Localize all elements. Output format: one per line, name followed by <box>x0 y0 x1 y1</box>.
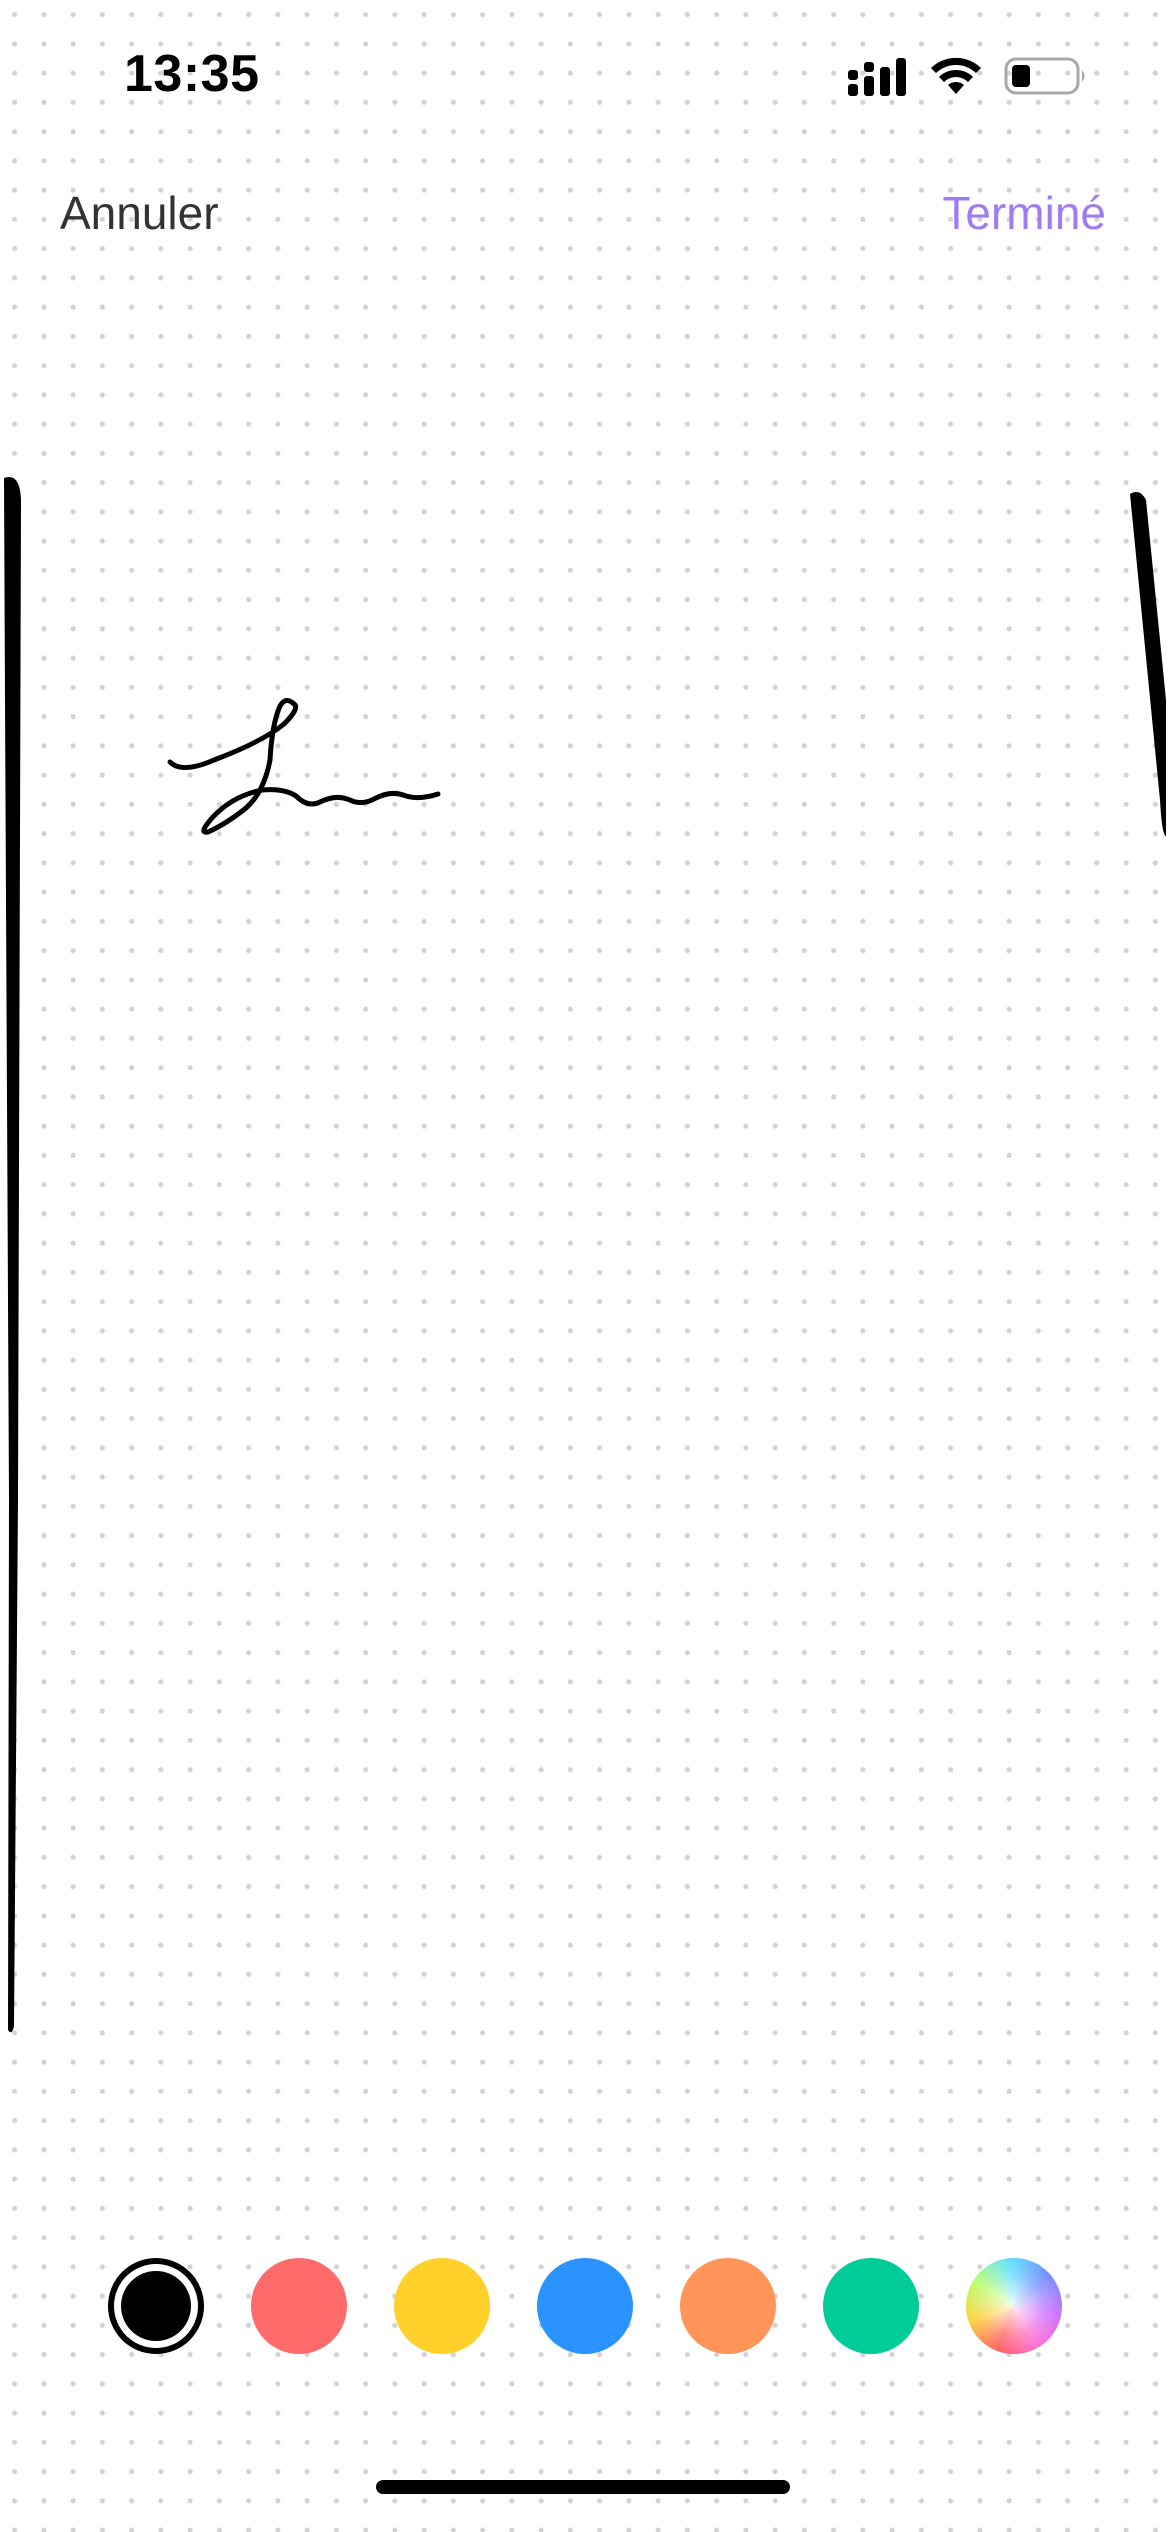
status-time: 13:35 <box>124 45 260 103</box>
status-bar: 13:35 <box>0 0 1170 150</box>
done-button[interactable]: Terminé <box>942 186 1106 240</box>
color-swatch-blue[interactable] <box>537 2258 633 2354</box>
right-edge-stroke <box>1130 492 1166 836</box>
home-indicator[interactable] <box>376 2480 790 2494</box>
cellular-signal-icon <box>848 56 908 96</box>
battery-icon <box>1004 56 1088 96</box>
color-palette <box>108 2256 1062 2356</box>
color-swatch-orange[interactable] <box>680 2258 776 2354</box>
wifi-icon <box>930 56 982 96</box>
color-swatch-black[interactable] <box>108 2258 204 2354</box>
color-swatch-black-fill <box>121 2271 191 2341</box>
color-swatch-red[interactable] <box>251 2258 347 2354</box>
drawing-canvas[interactable] <box>0 0 1170 2532</box>
color-swatch-green[interactable] <box>823 2258 919 2354</box>
color-picker-custom[interactable] <box>966 2258 1062 2354</box>
signature-stroke <box>167 698 441 835</box>
status-icons <box>848 56 1088 96</box>
nav-bar: Annuler Terminé <box>0 180 1170 250</box>
drawing-strokes <box>4 476 1166 2033</box>
cancel-button[interactable]: Annuler <box>60 186 219 240</box>
color-swatch-yellow[interactable] <box>394 2258 490 2354</box>
left-edge-stroke <box>4 476 21 2033</box>
